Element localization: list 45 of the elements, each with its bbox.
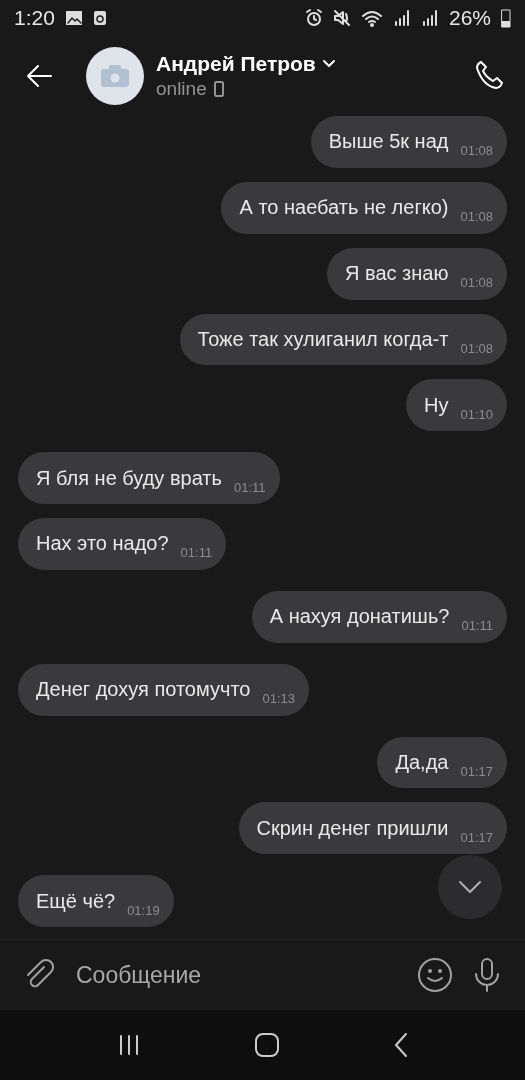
message-time: 01:11: [461, 618, 493, 634]
message-text: Я бля не буду врать: [36, 466, 222, 490]
battery-percent: 26%: [448, 6, 491, 30]
message-time: 01:17: [460, 829, 493, 845]
clock-time: 1:20: [14, 6, 55, 30]
message-text: Денег дохуя потомучто: [36, 678, 251, 702]
message-text: А нахуя донатишь?: [269, 605, 450, 629]
message-time: 01:11: [180, 545, 213, 561]
online-status: online: [156, 78, 207, 100]
message-time: 01:19: [127, 902, 160, 918]
mute-icon: [332, 9, 351, 27]
home-icon[interactable]: [253, 1032, 280, 1058]
message-text: Нах это надо?: [36, 532, 169, 556]
message-time: 01:17: [460, 763, 493, 779]
message-text: Ещё чё?: [36, 889, 116, 913]
smiley-icon[interactable]: [417, 957, 453, 993]
chevron-down-icon: [458, 880, 482, 894]
message-time: 01:08: [460, 209, 493, 225]
phone-icon: [212, 80, 225, 98]
battery-icon: [501, 8, 511, 28]
chevron-down-icon: [321, 59, 336, 69]
message-text: Я вас знаю: [345, 262, 449, 286]
contact-name[interactable]: Андрей Петров: [156, 52, 316, 76]
message-time: 01:08: [460, 340, 493, 356]
avatar[interactable]: [86, 47, 144, 105]
message-input[interactable]: Сообщение: [74, 960, 399, 990]
alarm-icon: [304, 9, 323, 27]
message-text: Скрин денег пришли: [256, 816, 449, 840]
message-time: 01:13: [262, 691, 295, 707]
message-time: 01:08: [460, 275, 493, 291]
camera-icon: [100, 64, 130, 88]
image-icon: [64, 10, 83, 26]
message-text: А то наебать не легко): [239, 196, 449, 220]
message-text: Да,да: [395, 750, 449, 774]
message-time: 01:10: [460, 406, 493, 422]
message-text: Ну: [424, 393, 449, 417]
message-time: 01:08: [460, 143, 493, 159]
signal-icon: [420, 9, 439, 27]
message-text: Тоже так хулиганил когда-т: [197, 327, 449, 351]
message-text: Выше 5к над: [328, 130, 449, 154]
wifi-icon: [360, 9, 383, 27]
clock-icon: [92, 10, 107, 26]
message-time: 01:11: [233, 479, 266, 495]
back-icon[interactable]: [392, 1032, 409, 1058]
signal-icon: [392, 9, 411, 27]
